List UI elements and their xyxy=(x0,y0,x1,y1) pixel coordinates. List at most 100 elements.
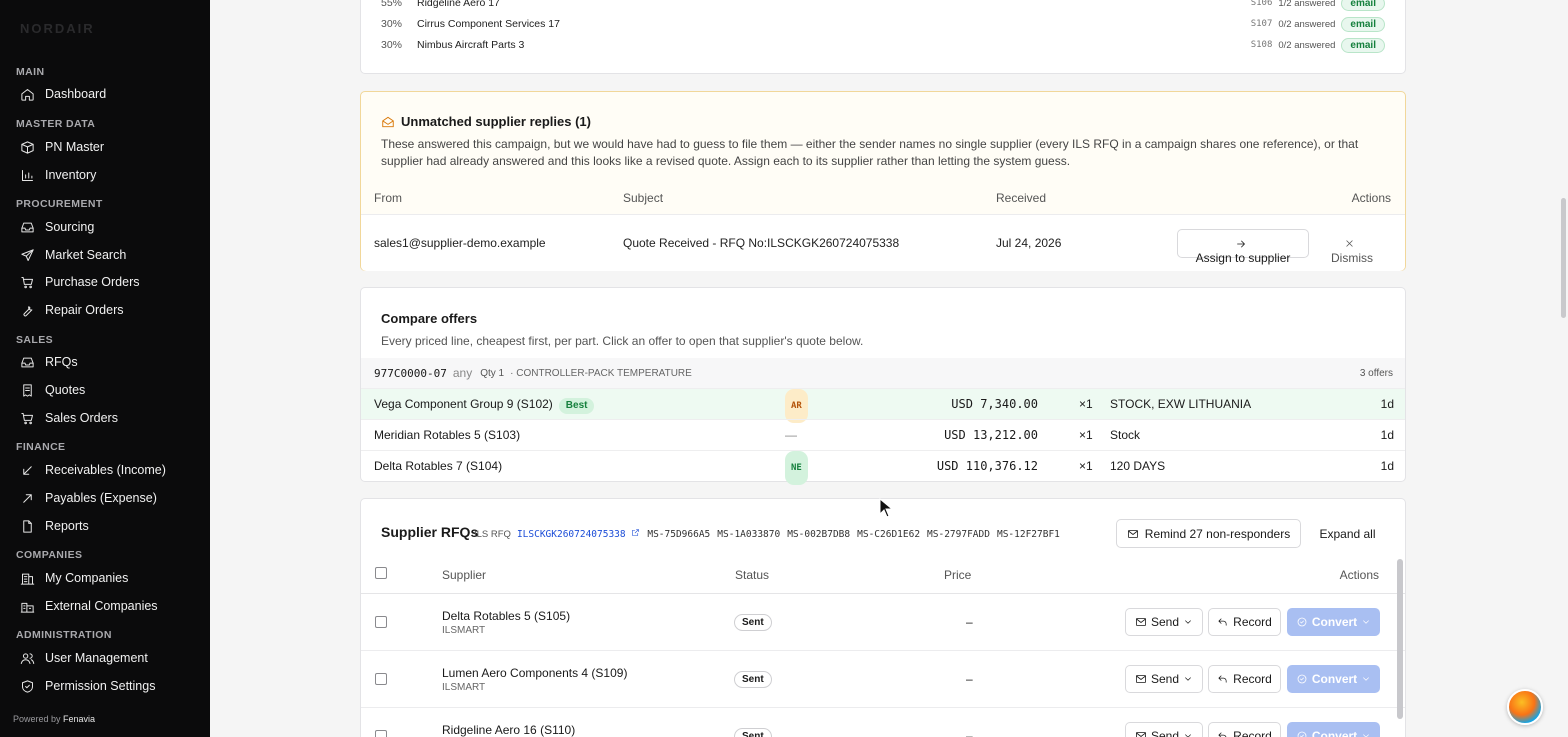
sidebar-item-reports[interactable]: Reports xyxy=(16,514,200,538)
brand-logo[interactable]: NORDAIR xyxy=(20,21,95,36)
ms-ref: MS-75D966A5 xyxy=(647,528,711,540)
sidebar-item-permission-settings[interactable]: Permission Settings xyxy=(16,674,200,698)
page-scrollbar[interactable] xyxy=(1561,198,1566,318)
sidebar-item-quotes[interactable]: Quotes xyxy=(16,378,200,402)
sidebar-item-market-search[interactable]: Market Search xyxy=(16,243,200,267)
sidebar-item-inventory[interactable]: Inventory xyxy=(16,163,200,187)
condition-flag: AR xyxy=(785,389,808,423)
assign-to-supplier-button[interactable]: Assign to supplier xyxy=(1177,229,1309,265)
sidebar-item-sourcing[interactable]: Sourcing xyxy=(16,215,200,239)
sidebar-item-receivables[interactable]: Receivables (Income) xyxy=(16,458,200,482)
convert-button[interactable]: Convert xyxy=(1287,608,1380,636)
supplier-name[interactable]: Ridgeline Aero 16 (S110) xyxy=(442,723,575,737)
offer-terms: STOCK, EXW LITHUANIA xyxy=(1110,397,1252,411)
col-from: From xyxy=(374,191,402,205)
record-label: Record xyxy=(1233,672,1272,686)
ils-label: ILS RFQ xyxy=(474,528,511,540)
record-button[interactable]: Record xyxy=(1208,608,1281,636)
convert-button[interactable]: Convert xyxy=(1287,665,1380,693)
row-checkbox[interactable] xyxy=(375,673,387,685)
sidebar-item-external-companies[interactable]: External Companies xyxy=(16,594,200,618)
compare-offers-card: Compare offers Every priced line, cheape… xyxy=(360,287,1406,485)
buildings-icon xyxy=(19,598,35,614)
sidebar-item-dashboard[interactable]: Dashboard xyxy=(16,82,200,106)
supplier-name: Nimbus Aircraft Parts 3 xyxy=(417,39,525,51)
progress-percent: 30% xyxy=(381,39,403,51)
section-administration: ADMINISTRATION xyxy=(16,629,112,641)
progress-percent: 30% xyxy=(381,18,403,30)
supplier-rfq-row[interactable]: Lumen Aero Components 4 (S109) ILSMART S… xyxy=(361,651,1405,708)
expand-all-label: Expand all xyxy=(1319,526,1376,541)
rfq-references: ILS RFQ ILSCKGK260724075338 MS-75D966A5 … xyxy=(474,528,1060,541)
expand-all-button[interactable]: Expand all xyxy=(1311,519,1384,548)
best-badge: Best xyxy=(558,398,595,414)
sidebar-item-label: Inventory xyxy=(45,168,97,182)
progress-row[interactable]: 55% Ridgeline Aero 17 S106 1/2 answered … xyxy=(381,0,1385,13)
offer-supplier-name: Meridian Rotables 5 (S103) xyxy=(374,428,521,442)
offer-multiplier: ×1 xyxy=(1079,397,1093,411)
offer-row[interactable]: Meridian Rotables 5 (S103) — USD 13,212.… xyxy=(361,419,1405,450)
send-label: Send xyxy=(1150,729,1180,737)
sidebar: NORDAIR MAIN Dashboard MASTER DATA PN Ma… xyxy=(0,0,210,737)
sidebar-item-user-management[interactable]: User Management xyxy=(16,646,200,670)
col-subject: Subject xyxy=(623,191,664,205)
row-checkbox[interactable] xyxy=(375,616,387,628)
unmatched-table-header: From Subject Received Actions xyxy=(361,182,1405,215)
unmatched-row: sales1@supplier-demo.example Quote Recei… xyxy=(361,215,1405,271)
select-all-checkbox[interactable] xyxy=(375,567,387,579)
inbox-icon xyxy=(19,219,35,235)
send-icon xyxy=(19,247,35,263)
sidebar-item-repair-orders[interactable]: Repair Orders xyxy=(16,298,200,322)
sidebar-item-purchase-orders[interactable]: Purchase Orders xyxy=(16,270,200,294)
powered-by-brand[interactable]: Fenavia xyxy=(63,714,95,724)
dismiss-label: Dismiss xyxy=(1331,251,1373,265)
sidebar-item-label: My Companies xyxy=(45,571,129,585)
offer-row[interactable]: Delta Rotables 7 (S104) NE USD 110,376.1… xyxy=(361,450,1405,485)
sidebar-item-my-companies[interactable]: My Companies xyxy=(16,566,200,590)
unmatched-description: These answered this campaign, but we wou… xyxy=(381,137,1359,168)
supplier-name: Cirrus Component Services 17 xyxy=(417,18,560,30)
table-scrollbar[interactable] xyxy=(1397,559,1403,719)
sidebar-item-sales-orders[interactable]: Sales Orders xyxy=(16,406,200,430)
chevron-down-icon xyxy=(1185,734,1191,737)
supplier-rfq-row[interactable]: Delta Rotables 5 (S105) ILSMART Sent – S… xyxy=(361,594,1405,651)
record-button[interactable]: Record xyxy=(1208,665,1281,693)
send-dropdown-button[interactable]: Send xyxy=(1125,665,1203,693)
send-dropdown-button[interactable]: Send xyxy=(1125,722,1203,737)
record-button[interactable]: Record xyxy=(1208,722,1281,737)
powered-by-prefix: Powered by xyxy=(13,714,61,724)
supplier-name[interactable]: Lumen Aero Components 4 (S109) xyxy=(442,666,627,680)
supplier-rfq-row[interactable]: Ridgeline Aero 16 (S110) Sent – Send Rec… xyxy=(361,708,1405,737)
ils-rfq-link[interactable]: ILSCKGK260724075338 xyxy=(517,528,640,540)
unmatched-replies-card: Unmatched supplier replies (1) These ans… xyxy=(360,91,1406,271)
shield-icon xyxy=(19,678,35,694)
sidebar-item-pn-master[interactable]: PN Master xyxy=(16,135,200,159)
row-checkbox[interactable] xyxy=(375,730,387,737)
external-link-icon xyxy=(632,529,640,536)
offer-row[interactable]: Vega Component Group 9 (S102) Best AR USD… xyxy=(361,388,1405,423)
part-condition: any xyxy=(452,366,473,380)
col-actions: Actions xyxy=(1339,568,1379,582)
supplier-name[interactable]: Delta Rotables 5 (S105) xyxy=(442,609,570,623)
dismiss-button[interactable]: Dismiss xyxy=(1317,229,1387,265)
progress-row[interactable]: 30% Cirrus Component Services 17 S107 0/… xyxy=(381,14,1385,34)
answered-count: 0/2 answered xyxy=(1278,18,1336,30)
sidebar-item-label: Payables (Expense) xyxy=(45,491,157,505)
record-label: Record xyxy=(1233,615,1272,629)
sidebar-item-label: PN Master xyxy=(45,140,105,154)
avatar[interactable] xyxy=(1507,689,1543,725)
part-qty: Qty 1 xyxy=(480,367,505,379)
remind-non-responders-button[interactable]: Remind 27 non-responders xyxy=(1116,519,1301,548)
convert-button[interactable]: Convert xyxy=(1287,722,1380,737)
part-number: 977C0000-07 xyxy=(374,366,447,380)
sidebar-item-rfqs[interactable]: RFQs xyxy=(16,350,200,374)
send-dropdown-button[interactable]: Send xyxy=(1125,608,1203,636)
unmatched-title: Unmatched supplier replies (1) xyxy=(381,114,591,129)
reply-icon xyxy=(1218,617,1227,626)
reply-icon xyxy=(1218,674,1227,683)
building-icon xyxy=(19,570,35,586)
reply-subject: Quote Received - RFQ No:ILSCKGK260724075… xyxy=(623,236,900,250)
progress-row[interactable]: 30% Nimbus Aircraft Parts 3 S108 0/2 ans… xyxy=(381,35,1385,55)
sidebar-item-payables[interactable]: Payables (Expense) xyxy=(16,486,200,510)
offer-supplier-name: Vega Component Group 9 (S102) xyxy=(374,397,553,411)
